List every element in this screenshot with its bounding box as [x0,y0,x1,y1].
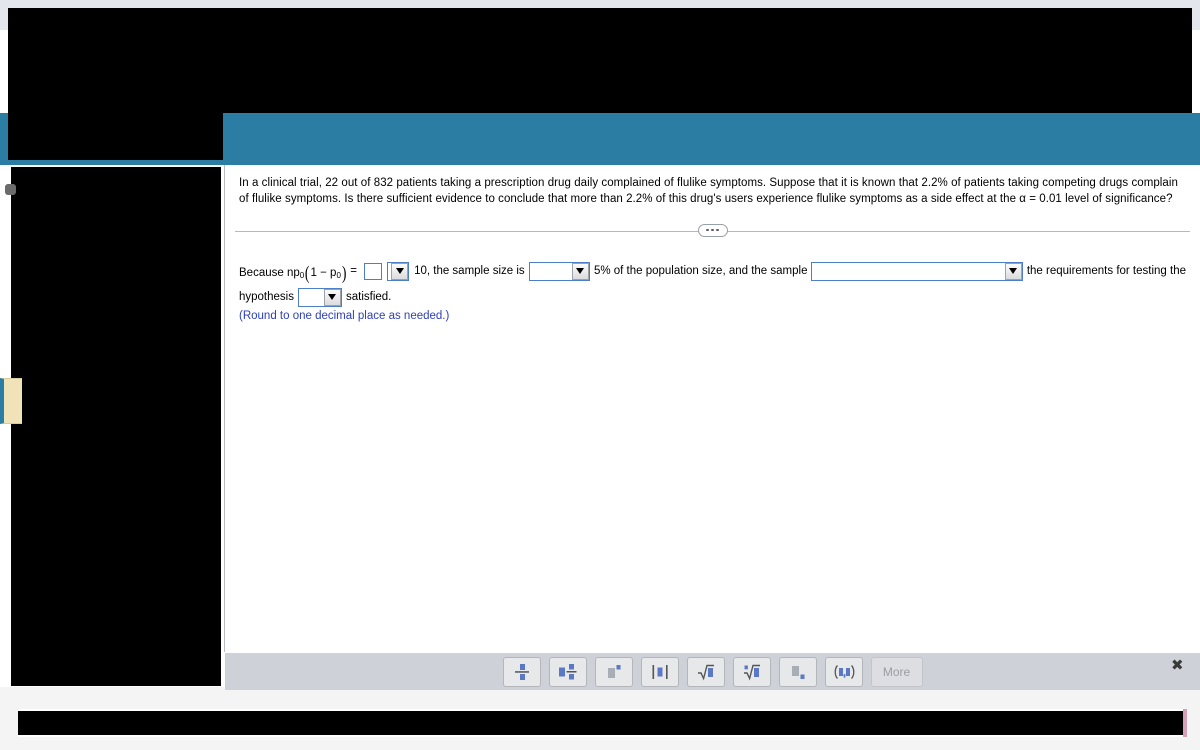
question-text: In a clinical trial, 22 out of 832 patie… [239,177,1178,206]
p-subscript-zero: 0 [336,271,341,281]
chevron-down-icon [323,288,341,306]
footer-edge-marker [1183,709,1187,737]
equals-sign: = [350,265,357,278]
answer-area: Because np 0(1 − p 0) = 10, the sample siz… [239,261,1186,322]
open-paren: ( [305,262,310,284]
redacted-header-region [8,8,1192,113]
chevron-down-icon [391,262,409,280]
np-expression: Because np 0(1 − p 0) [239,262,347,284]
np-prefix: Because np [239,266,300,279]
comparison-operator-dropdown[interactable] [386,261,410,281]
sample-size-comparison-dropdown[interactable] [528,261,590,281]
ellipsis-dot-3 [716,228,719,232]
answer-line-2: hypothesis satisfied. [239,287,1186,307]
chevron-down-icon [571,262,589,280]
requirements-dropdown[interactable] [811,261,1023,281]
chevron-down-icon [1004,262,1022,280]
absolute-value-button[interactable] [640,656,679,687]
np-subscript-zero: 0 [299,271,305,281]
exercise-card: In a clinical trial, 22 out of 832 patie… [224,165,1200,652]
redacted-sidebar-region [10,166,222,687]
close-paren: ) [341,262,347,284]
square-root-button[interactable] [686,656,725,687]
threshold-text: 10, the sample size is [414,265,525,278]
nth-root-button[interactable] [732,656,771,687]
math-palette-toolbar: More [225,652,1200,690]
ordered-pair-button[interactable] [824,656,863,687]
population-size-text: 5% of the population size, and the sampl… [593,265,808,278]
redacted-footer-region [18,709,1183,737]
ellipsis-dot-1 [706,228,709,232]
np-value-input[interactable] [363,262,382,280]
answer-line-1: Because np 0(1 − p 0) = 10, the sample siz… [239,261,1186,284]
more-symbols-button: More [870,656,923,687]
superscript-button[interactable] [594,656,633,687]
close-icon[interactable]: ✖ [1171,658,1184,673]
requirements-tail-text: the requirements for testing the [1026,265,1186,278]
fraction-button[interactable] [502,656,541,687]
section-divider [235,223,1190,238]
mixed-fraction-button[interactable] [548,656,587,687]
ellipsis-dot-2 [711,228,714,232]
satisfied-label: satisfied. [345,291,392,304]
one-minus-p: 1 − p [310,266,337,279]
app-root: In a clinical trial, 22 out of 832 patie… [0,0,1200,750]
hypothesis-label: hypothesis [239,291,294,304]
redacted-band-region [8,113,223,160]
scrollbar-thumb[interactable] [5,184,16,195]
side-flag-tab[interactable] [0,378,22,424]
subscript-button[interactable] [778,656,817,687]
rounding-note: (Round to one decimal place as needed.) [239,309,450,322]
expand-question-button[interactable] [697,223,728,237]
satisfied-dropdown[interactable] [297,287,342,307]
